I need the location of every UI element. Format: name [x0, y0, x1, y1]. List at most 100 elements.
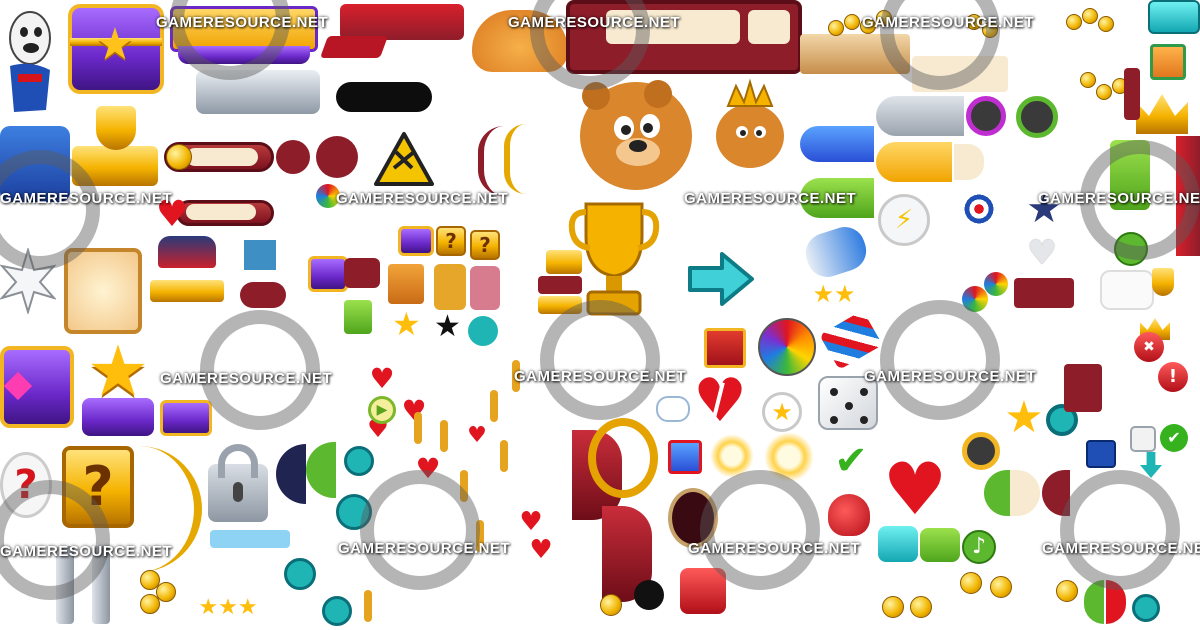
black-frying-pan-icon	[634, 580, 664, 610]
coin-icon	[844, 14, 860, 30]
small-chest-icon	[308, 256, 348, 292]
coin-icon	[1080, 72, 1096, 88]
dice-pip	[860, 388, 868, 396]
green-ring-button	[1016, 96, 1058, 138]
coin-icon	[828, 20, 844, 36]
green-pill-button	[344, 300, 372, 334]
watermark-logo-icon	[360, 470, 480, 590]
maroon-tab-panel	[1014, 278, 1074, 308]
gold-stars-icon: ★★	[812, 280, 856, 308]
red-heart-icon: ♥	[529, 535, 553, 565]
watermark-text: GAMERESOURCE.NET	[336, 190, 509, 207]
padlock-shackle	[218, 444, 258, 478]
watermark-text: GAMERESOURCE.NET	[514, 368, 687, 385]
maroon-round-button	[276, 140, 310, 174]
big-red-heart-icon: ♥	[882, 447, 948, 531]
black-bar-shape	[336, 82, 432, 112]
sunburst-card-panel	[64, 248, 142, 334]
crowned-bear-icon	[716, 78, 784, 168]
blue-rect-shape	[244, 240, 276, 270]
watermark-logo-icon	[1060, 470, 1180, 590]
green-half-circle	[306, 442, 336, 498]
gold-laurel-icon	[504, 124, 526, 194]
play-icon: ▶	[376, 402, 388, 418]
home-button-icon	[344, 446, 374, 476]
star-icon: ★	[95, 19, 135, 70]
cream-window-slot	[748, 10, 790, 44]
cartoon-dog-icon	[9, 11, 51, 112]
gold-crown-icon	[1136, 94, 1188, 134]
gold-key-tile	[434, 264, 466, 310]
teal-user-icon	[468, 316, 498, 346]
progress-bar-fill	[186, 148, 258, 166]
keyhole	[233, 482, 243, 502]
coin-icon	[960, 572, 982, 594]
blue-pill-button	[800, 126, 874, 162]
target-icon	[962, 192, 996, 226]
teal-button	[1148, 0, 1200, 34]
gray-broken-heart-icon: ♥	[1026, 233, 1058, 273]
watermark-logo-icon	[700, 470, 820, 590]
maroon-bar-panel	[538, 276, 582, 294]
watermark-text: GAMERESOURCE.NET	[160, 370, 333, 387]
gold-ring-frame	[588, 418, 658, 498]
small-chest-icon	[398, 226, 434, 256]
blue-diagonal-button	[1086, 440, 1116, 468]
orange-pill-button	[876, 142, 952, 182]
lightning-icon: ⚡	[894, 205, 914, 235]
gold-star-icon: ★	[1004, 392, 1044, 443]
maroon-blob-shape	[344, 258, 380, 288]
cream-pill-button	[954, 144, 984, 180]
coin-icon	[1066, 14, 1082, 30]
small-rainbow-ball-icon	[984, 272, 1008, 296]
green-gift-icon	[1150, 44, 1186, 80]
check-icon: ✔	[1167, 428, 1181, 447]
watermark-text: GAMERESOURCE.NET	[338, 540, 511, 557]
maroon-arc-shape	[478, 126, 504, 196]
watermark-text: GAMERESOURCE.NET	[862, 14, 1035, 31]
teal-circle-button	[1132, 594, 1160, 622]
pink-gem-chest-small-icon	[160, 400, 212, 436]
white-rounded-panel	[1100, 270, 1154, 310]
music-note-icon: ♪	[971, 534, 987, 559]
green-half-tab	[984, 470, 1010, 516]
trophy-cup-icon	[96, 106, 136, 150]
watermark-text: GAMERESOURCE.NET	[1038, 190, 1200, 207]
watermark-text: GAMERESOURCE.NET	[0, 543, 173, 560]
green-rounded-button	[920, 528, 960, 562]
coin-icon	[990, 576, 1012, 598]
trophy-button-icon	[322, 596, 352, 626]
red-heart-icon: ♥	[467, 423, 487, 448]
coin-icon	[600, 594, 622, 616]
bear-character-icon	[580, 80, 692, 190]
dice-pip	[860, 416, 868, 424]
red-gift-box-icon	[704, 328, 746, 368]
coin-icon	[1096, 84, 1112, 100]
red-heart-icon: ♥	[519, 507, 543, 537]
teal-rounded-button	[878, 526, 918, 562]
gold-key-icon	[440, 420, 448, 452]
purple-ring-button	[966, 96, 1006, 136]
cream-half-tab	[1010, 470, 1040, 516]
coin-icon	[166, 144, 192, 170]
small-trophy-icon	[1152, 268, 1174, 296]
red-boxing-glove-icon	[828, 494, 870, 536]
rainbow-ball-icon	[758, 318, 816, 376]
red-heart-icon: ♥	[369, 362, 395, 395]
gray-pill-button	[876, 96, 964, 136]
maroon-rounded-shape	[240, 282, 286, 308]
gold-star-small-icon: ★	[392, 305, 421, 343]
coin-icon	[910, 596, 932, 618]
coin-icon	[1098, 16, 1114, 32]
watermark-text: GAMERESOURCE.NET	[508, 14, 681, 31]
maroon-round-button	[316, 136, 358, 178]
gold-key-icon	[364, 590, 372, 622]
curtain-frame-icon	[158, 236, 216, 268]
small-dice-icon	[1130, 426, 1156, 452]
gold-key-icon	[414, 412, 422, 444]
coin-icon	[1082, 8, 1098, 24]
three-stars-icon: ★★★	[198, 595, 258, 620]
teal-ring-button	[962, 432, 1000, 470]
gold-ribbon-banner	[150, 280, 224, 302]
maroon-tall-panel	[1124, 68, 1140, 120]
